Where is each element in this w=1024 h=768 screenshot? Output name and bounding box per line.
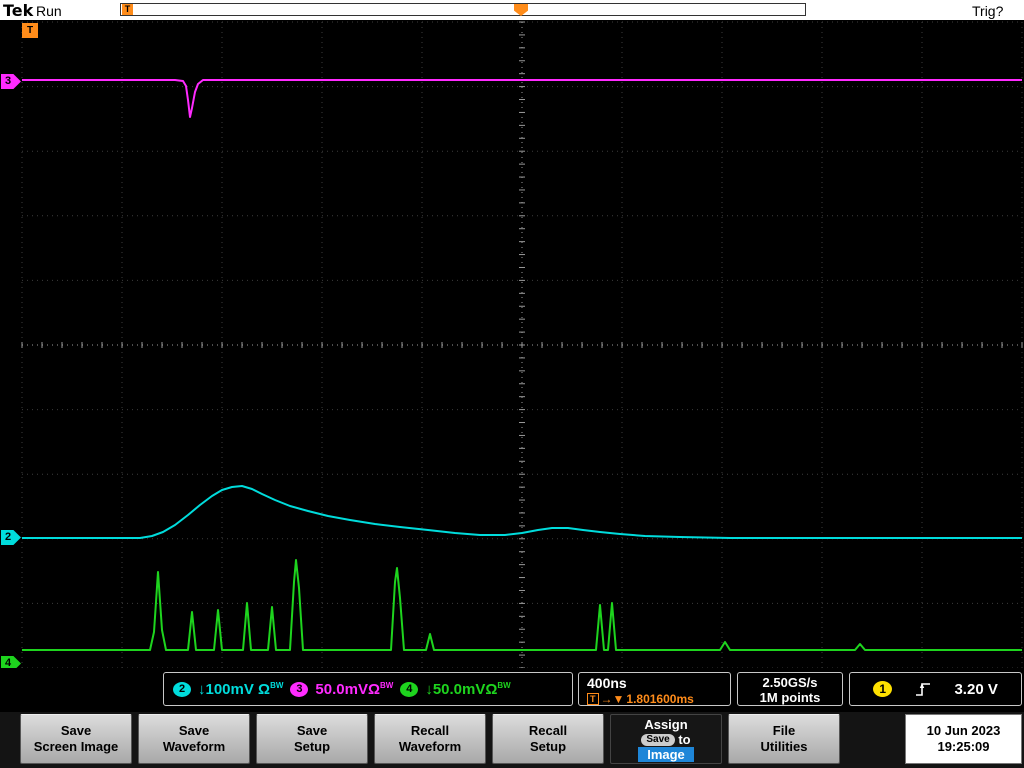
readout-bar: 2 ↓100mV ΩBW 3 50.0mVΩBW 4 ↓50.0mVΩBW 40…: [0, 668, 1024, 712]
save-badge: Save: [641, 734, 675, 747]
datetime-display: 10 Jun 2023 19:25:09: [905, 714, 1022, 764]
button-label: Setup: [293, 739, 331, 754]
trigger-readout: 1 3.20 V: [849, 672, 1022, 706]
oscilloscope-screen: Tek Run T Trig? T 3 2 4 2 ↓100mV ΩBW 3 5…: [0, 0, 1024, 768]
channel-2-badge: 2: [173, 681, 191, 697]
waveform-display: [21, 21, 1023, 669]
assign-middle-row: Save to: [611, 732, 721, 747]
top-status-bar: Tek Run T Trig?: [0, 0, 1024, 20]
assign-label: Assign: [644, 716, 688, 732]
channel-3-scale: 50.0mVΩBW: [315, 681, 393, 698]
timebase-readout: 400ns T →▼ 1.801600ms: [578, 672, 731, 706]
button-label: Save: [60, 723, 92, 738]
recall-waveform-button[interactable]: Recall Waveform: [374, 714, 486, 764]
save-waveform-button[interactable]: Save Waveform: [138, 714, 250, 764]
acq-trigger-badge: T: [122, 4, 133, 15]
to-label: to: [678, 731, 691, 747]
trigger-level-marker[interactable]: T: [22, 23, 38, 38]
softkey-menu-bar: Save Screen Image Save Waveform Save Set…: [0, 712, 1024, 768]
trigger-delay-readout: T →▼ 1.801600ms: [587, 692, 722, 706]
acquisition-run-status: Run: [36, 3, 62, 19]
trigger-level-value: 3.20 V: [954, 680, 998, 698]
sample-rate: 2.50GS/s: [762, 675, 818, 690]
save-setup-button[interactable]: Save Setup: [256, 714, 368, 764]
channel-scale-readouts: 2 ↓100mV ΩBW 3 50.0mVΩBW 4 ↓50.0mVΩBW: [163, 672, 573, 706]
button-label: Recall: [528, 723, 568, 738]
ch2-bandwidth-icon: BW: [270, 680, 284, 690]
channel-4-trace: [22, 559, 1022, 651]
button-label: Waveform: [162, 739, 226, 754]
channel-2-scale: ↓100mV ΩBW: [198, 681, 283, 698]
ch3-coupling: Ω: [367, 680, 380, 698]
ch3-bandwidth-icon: BW: [379, 680, 394, 690]
recall-setup-button[interactable]: Recall Setup: [492, 714, 604, 764]
horizontal-scale: 400ns: [587, 675, 627, 691]
channel-1-badge: 1: [873, 681, 893, 697]
trigger-delay-icon: T: [587, 693, 599, 705]
save-screen-image-button[interactable]: Save Screen Image: [20, 714, 132, 764]
trigger-status-label: Trig?: [972, 3, 1004, 19]
ch2-scale-value: ↓100mV: [198, 680, 259, 698]
button-label: Screen Image: [33, 739, 119, 754]
channel-3-trace: [22, 79, 1022, 118]
button-label: Waveform: [398, 739, 462, 754]
button-label: Save: [296, 723, 328, 738]
acquisition-readout: 2.50GS/s 1M points: [737, 672, 843, 706]
date-value: 10 Jun 2023: [926, 723, 1001, 738]
button-label: Utilities: [760, 739, 808, 754]
ch2-coupling: Ω: [258, 680, 271, 698]
trigger-position-marker-icon[interactable]: [514, 4, 528, 16]
button-label: Save: [178, 723, 210, 738]
channel-4-badge: 4: [400, 681, 419, 697]
time-value: 19:25:09: [937, 739, 990, 754]
acquisition-preview-bar: T: [120, 3, 806, 16]
trigger-delay-value: 1.801600ms: [626, 692, 694, 706]
assign-target-row: Image: [611, 746, 721, 762]
channel-3-badge: 3: [290, 681, 309, 697]
ch4-coupling: Ω: [485, 680, 498, 698]
file-utilities-button[interactable]: File Utilities: [728, 714, 840, 764]
button-label: Recall: [410, 723, 450, 738]
tek-logo: Tek: [3, 1, 34, 20]
assign-save-button[interactable]: Assign Save to Image: [610, 714, 722, 764]
trigger-delay-arrow-icon: →▼: [600, 692, 625, 706]
record-length: 1M points: [759, 690, 821, 705]
assign-target-label: Image: [638, 746, 694, 762]
button-label: File: [772, 723, 796, 738]
rising-edge-icon: [916, 683, 931, 696]
channel-4-scale: ↓50.0mVΩBW: [425, 681, 510, 698]
ch3-scale-value: 50.0mV: [315, 680, 368, 698]
ch4-scale-value: ↓50.0mV: [425, 680, 486, 698]
button-label: Setup: [529, 739, 567, 754]
ch4-bandwidth-icon: BW: [497, 680, 511, 690]
